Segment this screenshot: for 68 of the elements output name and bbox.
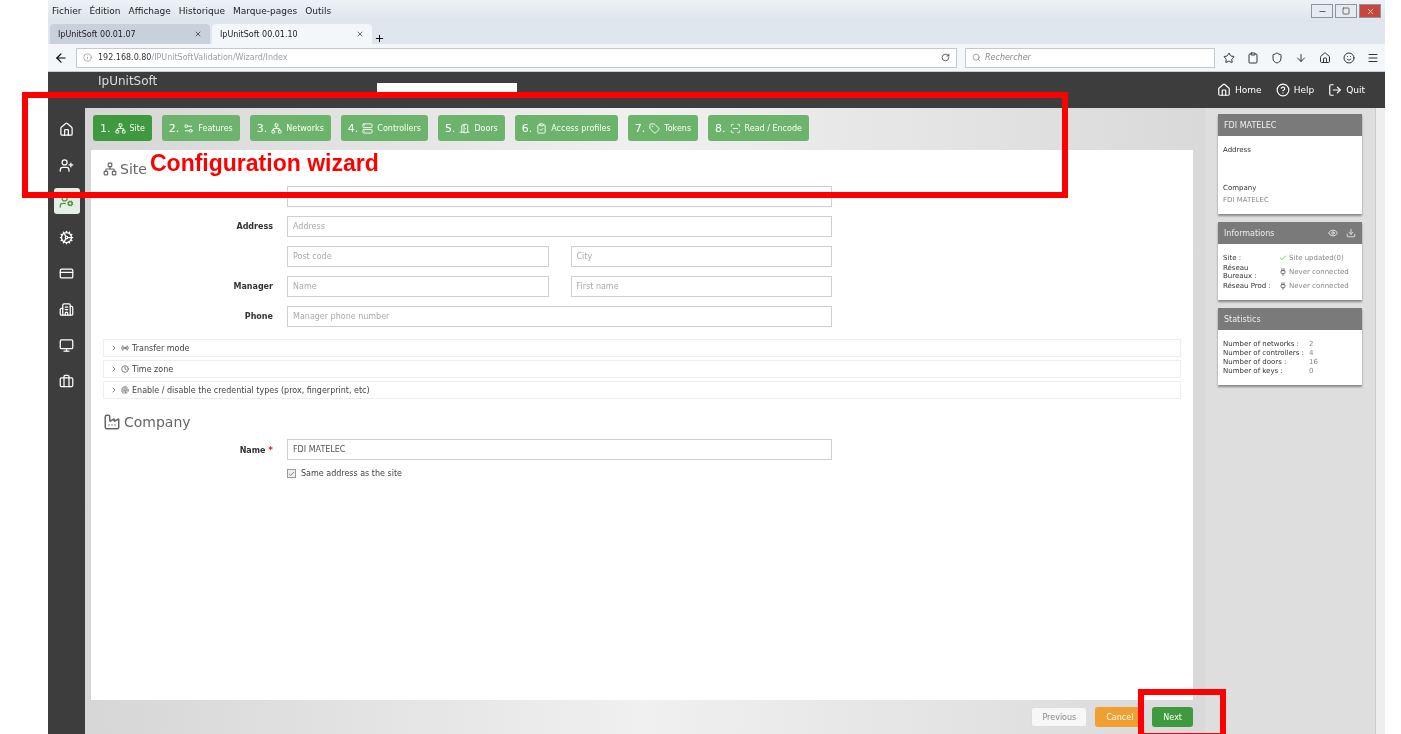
- input-field[interactable]: FDI MATELEC: [287, 439, 832, 460]
- field-label: Phone: [243, 312, 273, 321]
- wizard-step-tab[interactable]: 1. Site: [93, 115, 152, 141]
- clipboard-icon[interactable]: [1247, 51, 1259, 64]
- card-header: FDI MATELEC: [1218, 114, 1362, 136]
- scrollbar[interactable]: [1375, 108, 1385, 734]
- header-link[interactable]: Quit: [1328, 83, 1365, 97]
- header-link[interactable]: Help: [1275, 83, 1315, 97]
- back-icon[interactable]: [54, 50, 68, 65]
- chevron-icon: [110, 386, 118, 394]
- menu-item[interactable]: Marque-pages: [233, 6, 298, 16]
- card-header: Statistics: [1218, 308, 1362, 330]
- bookmark-icon[interactable]: [1223, 51, 1235, 64]
- doors-icon: [459, 122, 471, 134]
- input-field[interactable]: Address: [287, 216, 832, 237]
- home-icon[interactable]: [1319, 51, 1331, 64]
- field-label: Manager: [232, 282, 273, 291]
- url-field[interactable]: 192.168.0.80/IPUnitSoftValidation/Wizard/Index: [76, 47, 957, 68]
- menu-item[interactable]: Fichier: [52, 6, 82, 16]
- eye-icon[interactable]: [1328, 228, 1338, 238]
- card-title: Informations: [1224, 228, 1275, 238]
- section-title: Company: [124, 414, 191, 430]
- url-text: 192.168.0.80/IPUnitSoftValidation/Wizard/Index: [98, 53, 288, 62]
- menu-item[interactable]: Outils: [305, 6, 332, 16]
- checkbox-label[interactable]: Same address as the site: [287, 469, 1181, 478]
- close-icon[interactable]: [1359, 4, 1381, 18]
- download-icon[interactable]: [1346, 228, 1356, 238]
- collapsible-section[interactable]: Time zone: [103, 360, 1181, 378]
- menu-item[interactable]: Affichage: [128, 6, 171, 16]
- browser-tab[interactable]: IpUnitSoft 00.01.07: [50, 24, 210, 44]
- home-icon: [59, 121, 74, 137]
- networks-icon: [271, 122, 283, 134]
- header-link[interactable]: Home: [1217, 83, 1262, 97]
- field-label: Name *: [238, 444, 273, 455]
- search-field[interactable]: Rechercher: [965, 47, 1215, 68]
- search-icon: [972, 53, 981, 62]
- new-tab-icon[interactable]: [374, 33, 385, 44]
- help-icon: [1275, 83, 1290, 97]
- menu-icon[interactable]: [1367, 51, 1379, 64]
- input-field[interactable]: Manager phone number: [287, 306, 832, 327]
- input-field[interactable]: First name: [570, 276, 832, 297]
- input-field[interactable]: Name: [287, 276, 549, 297]
- chevron-icon: [110, 344, 118, 352]
- close-icon: [194, 30, 202, 38]
- quit-icon: [1328, 83, 1343, 97]
- monitor-icon: [59, 337, 74, 353]
- browser-tab[interactable]: IpUnitSoft 00.01.10: [212, 24, 372, 44]
- card-icon: [59, 265, 74, 281]
- collapsible-section[interactable]: Transfer mode: [103, 339, 1181, 357]
- factory-icon: [103, 413, 121, 431]
- menu-item[interactable]: Édition: [89, 6, 121, 16]
- home-icon: [1217, 83, 1232, 97]
- app-title: IpUnitSoft: [98, 74, 158, 88]
- menu-item[interactable]: Historique: [178, 6, 225, 16]
- section-title: Site: [120, 161, 147, 177]
- close-icon: [356, 30, 364, 38]
- checkbox[interactable]: [287, 469, 296, 478]
- field-label: Address: [235, 222, 273, 231]
- input-field[interactable]: Post code: [287, 246, 549, 267]
- collapsible-section[interactable]: Enable / disable the credential types (prox, fingerprint, etc): [103, 381, 1181, 399]
- face-icon[interactable]: [1343, 51, 1355, 64]
- input-field[interactable]: City: [570, 246, 832, 267]
- annotation-label: Configuration wizard: [150, 150, 379, 177]
- download-icon[interactable]: [1295, 51, 1307, 64]
- wizard-button[interactable]: Next: [1152, 707, 1193, 727]
- search-placeholder: Rechercher: [985, 53, 1031, 62]
- reload-icon[interactable]: [941, 53, 950, 62]
- chevron-icon: [110, 365, 118, 373]
